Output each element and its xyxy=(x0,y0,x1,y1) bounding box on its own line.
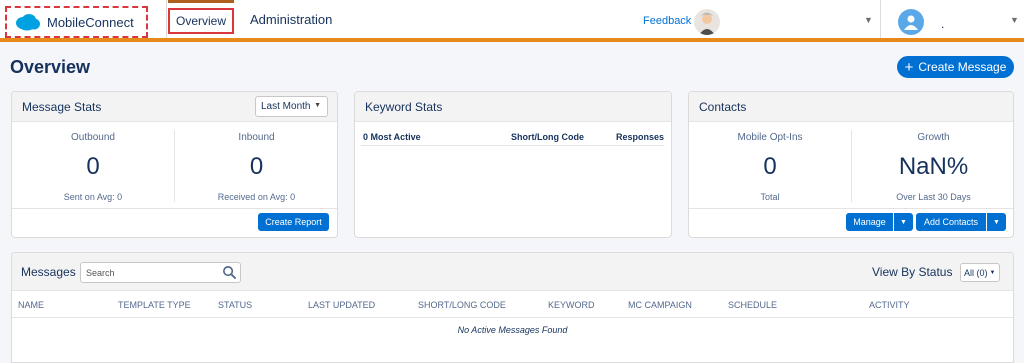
create-report-button[interactable]: Create Report xyxy=(258,213,329,231)
add-contacts-dropdown-icon[interactable]: ▼ xyxy=(987,213,1006,231)
column-header[interactable]: TEMPLATE TYPE xyxy=(118,300,191,310)
card-footer: Create Report xyxy=(12,208,337,237)
contacts-card: Contacts Mobile Opt-Ins 0 Total Growth N… xyxy=(688,91,1014,238)
feedback-avatar-icon[interactable] xyxy=(694,9,720,35)
salesforce-cloud-icon xyxy=(16,14,40,31)
inbound-value: 0 xyxy=(249,153,264,180)
outbound-sub: Sent on Avg: 0 xyxy=(63,192,123,202)
keyword-table-header: 0 Most Active Short/Long Code Responses xyxy=(361,130,664,146)
messages-panel: Messages Search View By Status All (0) ▼… xyxy=(11,252,1014,363)
inbound-sub: Received on Avg: 0 xyxy=(217,192,296,202)
column-header[interactable]: STATUS xyxy=(218,300,252,310)
period-select-value: Last Month xyxy=(261,101,311,112)
caret-down-icon: ▼ xyxy=(989,269,996,276)
growth-stat: Growth NaN% Over Last 30 Days xyxy=(852,132,1013,202)
top-nav: MobileConnect Overview Administration Fe… xyxy=(0,0,1024,42)
search-input[interactable]: Search xyxy=(80,262,241,283)
view-by-status-label: View By Status xyxy=(872,265,953,279)
status-filter-value: All (0) xyxy=(964,267,988,278)
page-title: Overview xyxy=(10,57,91,77)
outbound-value: 0 xyxy=(86,153,100,180)
growth-label: Growth xyxy=(917,132,950,143)
column-header[interactable]: KEYWORD xyxy=(548,300,595,310)
column-header[interactable]: LAST UPDATED xyxy=(308,300,375,310)
create-message-button[interactable]: + Create Message xyxy=(897,56,1014,78)
optins-sub: Total xyxy=(760,192,780,202)
manage-dropdown-icon[interactable]: ▼ xyxy=(894,213,913,231)
column-header[interactable]: 0 Most Active xyxy=(363,132,421,142)
tab-administration[interactable]: Administration xyxy=(250,0,332,38)
column-header[interactable]: Responses xyxy=(616,132,664,142)
card-title: Contacts xyxy=(699,99,747,114)
growth-value: NaN% xyxy=(898,153,969,180)
optins-value: 0 xyxy=(763,153,777,180)
optins-stat: Mobile Opt-Ins 0 Total xyxy=(689,132,851,202)
messages-title: Messages xyxy=(21,265,76,279)
search-placeholder: Search xyxy=(86,267,115,278)
inbound-stat: Inbound 0 Received on Avg: 0 xyxy=(175,132,337,202)
divider xyxy=(880,0,881,38)
tab-overview[interactable]: Overview xyxy=(168,0,235,38)
user-name[interactable]: . xyxy=(941,17,944,31)
status-filter-select[interactable]: All (0) ▼ xyxy=(960,263,1000,282)
messages-header: Messages Search View By Status All (0) ▼ xyxy=(12,253,1013,291)
optins-label: Mobile Opt-Ins xyxy=(737,132,803,143)
outbound-label: Outbound xyxy=(71,132,115,143)
tab-overview-label: Overview xyxy=(168,7,235,34)
column-header[interactable]: Short/Long Code xyxy=(511,132,584,142)
inbound-label: Inbound xyxy=(238,132,275,143)
divider xyxy=(166,0,167,38)
column-header[interactable]: MC CAMPAIGN xyxy=(628,300,692,310)
outbound-stat: Outbound 0 Sent on Avg: 0 xyxy=(12,132,174,202)
search-icon[interactable] xyxy=(222,265,237,280)
card-title: Keyword Stats xyxy=(365,99,443,114)
keyword-stats-card: Keyword Stats 0 Most Active Short/Long C… xyxy=(354,91,672,238)
column-header[interactable]: SCHEDULE xyxy=(728,300,777,310)
plus-icon: + xyxy=(904,58,914,76)
growth-sub: Over Last 30 Days xyxy=(896,192,971,202)
feedback-link[interactable]: Feedback xyxy=(643,15,691,27)
app-logo[interactable]: MobileConnect xyxy=(5,6,148,38)
card-title: Message Stats xyxy=(22,99,102,114)
chevron-down-icon[interactable]: ▼ xyxy=(1010,15,1019,25)
column-header[interactable]: NAME xyxy=(18,300,44,310)
column-header[interactable]: SHORT/LONG CODE xyxy=(418,300,506,310)
user-avatar-icon[interactable] xyxy=(898,9,924,35)
manage-button[interactable]: Manage xyxy=(846,213,893,231)
messages-table-header: NAME TEMPLATE TYPE STATUS LAST UPDATED S… xyxy=(12,291,1013,318)
add-contacts-button[interactable]: Add Contacts xyxy=(916,213,986,231)
card-footer: Manage ▼ Add Contacts ▼ xyxy=(689,208,1013,237)
message-stats-card: Message Stats Last Month ▼ Outbound 0 Se… xyxy=(11,91,338,238)
caret-down-icon: ▼ xyxy=(314,102,321,109)
create-message-label: Create Message xyxy=(918,60,1007,74)
column-header[interactable]: ACTIVITY xyxy=(869,300,910,310)
app-name: MobileConnect xyxy=(47,14,134,30)
period-select[interactable]: Last Month ▼ xyxy=(255,96,328,117)
chevron-down-icon[interactable]: ▼ xyxy=(864,15,873,25)
empty-state-message: No Active Messages Found xyxy=(457,325,568,335)
